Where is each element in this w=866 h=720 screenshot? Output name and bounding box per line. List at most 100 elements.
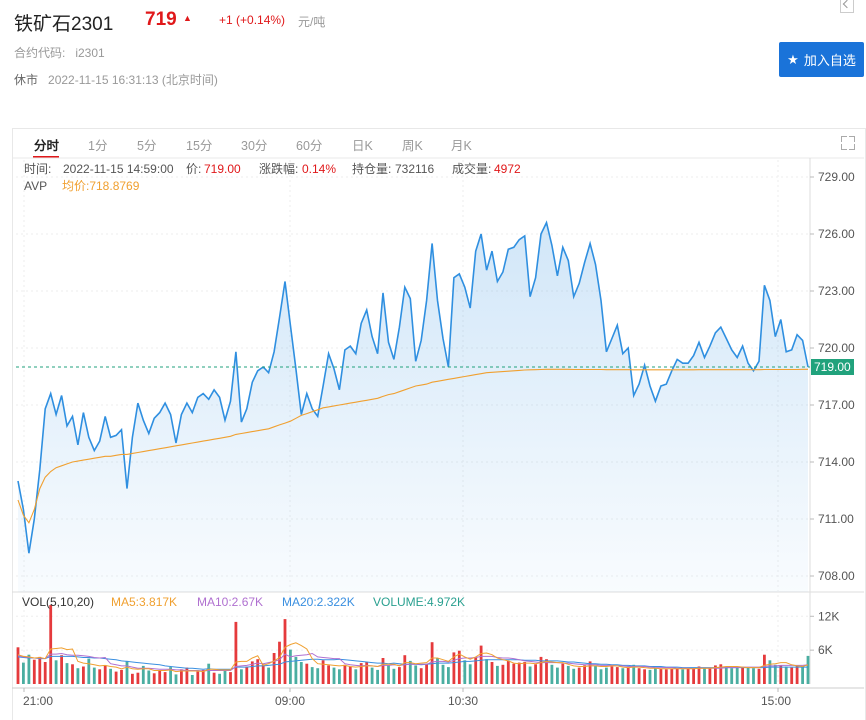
volume-bar (261, 664, 265, 685)
volume-bar (131, 673, 134, 684)
avp-value: 均价:718.8769 (62, 179, 140, 193)
volume-bar (310, 667, 314, 684)
volume-bar (506, 660, 510, 684)
volume-bar (223, 670, 227, 684)
volume-bar (190, 675, 194, 684)
volume-bar (763, 654, 766, 684)
volume-bar (338, 669, 341, 684)
info-price-value: 719.00 (204, 162, 241, 176)
volume-bar (332, 667, 336, 684)
volume-bar (637, 668, 641, 684)
info-time-label: 时间: (24, 162, 51, 176)
info-oi-label: 持仓量: (352, 161, 391, 176)
x-tick-label: 09:00 (275, 694, 305, 708)
volume-bar (501, 664, 505, 684)
volume-bar (735, 667, 739, 684)
volume-bar (212, 672, 216, 684)
y-tick-label: 714.00 (818, 455, 855, 469)
volume-bar (370, 667, 374, 684)
vol-volume-legend: VOLUME:4.972K (373, 595, 465, 609)
volume-bar (626, 667, 630, 684)
volume-bar (289, 649, 292, 684)
volume-bar (556, 667, 559, 684)
volume-bar (376, 669, 379, 684)
vol-tick-label: 12K (818, 609, 839, 623)
info-oi-value: 732116 (395, 162, 434, 176)
volume-bar (664, 669, 668, 684)
volume-bar (71, 664, 74, 685)
volume-bar (605, 667, 608, 684)
volume-bar (528, 666, 532, 684)
volume-bar (746, 667, 750, 684)
volume-bar (87, 658, 91, 684)
volume-bar (496, 665, 499, 684)
x-tick-label: 15:00 (761, 694, 791, 708)
volume-bar (234, 621, 238, 684)
volume-bar (447, 667, 450, 684)
volume-bar (773, 664, 777, 684)
volume-bar (207, 663, 211, 684)
volume-bar (610, 666, 614, 684)
y-tick-label: 720.00 (818, 341, 855, 355)
volume-bar (615, 667, 619, 684)
volume-bar (790, 667, 794, 684)
volume-bar (354, 669, 358, 684)
y-tick-label: 717.00 (818, 398, 855, 412)
volume-bar (283, 619, 287, 684)
x-tick-label: 10:30 (448, 694, 478, 708)
volume-bar (697, 666, 701, 684)
info-time-value: 2022-11-15 14:59:00 (63, 162, 174, 176)
volume-bar (572, 668, 576, 684)
volume-bar (659, 668, 663, 684)
volume-bar (174, 674, 178, 684)
volume-bar (675, 668, 679, 684)
last-price-tag-label: 719.00 (814, 360, 851, 374)
volume-bar (16, 647, 20, 684)
volume-bar (806, 655, 810, 684)
volume-bar (403, 655, 407, 684)
volume-bar (512, 663, 516, 684)
volume-bar (523, 662, 527, 684)
y-tick-label: 726.00 (818, 227, 855, 241)
volume-bar (32, 659, 36, 684)
vol-title: VOL(5,10,20) (22, 595, 94, 609)
volume-bar (463, 660, 467, 684)
volume-bar (583, 665, 586, 684)
info-vol-label: 成交量: (452, 161, 491, 176)
volume-bar (801, 666, 804, 684)
volume-bar (381, 658, 385, 684)
timeshare-chart: 729.00 726.00 723.00 720.00 717.00 714.00 711.… (12, 157, 864, 708)
volume-bar (398, 667, 401, 684)
volume-bar (163, 672, 167, 684)
volume-bar (479, 645, 483, 684)
volume-bar (648, 669, 652, 684)
volume-bar (54, 660, 58, 684)
vol-ma20-legend: MA20:2.322K (282, 595, 355, 609)
info-price-label: 价: (186, 162, 201, 176)
volume-bar (267, 667, 270, 684)
volume-bar (686, 668, 690, 684)
volume-bar (741, 667, 744, 684)
volume-bar (599, 669, 603, 684)
volume-bar (654, 668, 657, 684)
volume-bar (534, 664, 537, 685)
volume-bar (299, 662, 303, 684)
volume-bar (348, 666, 352, 684)
volume-bar (65, 663, 69, 684)
x-tick-label: 21:00 (23, 694, 53, 708)
volume-bar (757, 668, 761, 684)
volume-bar (457, 650, 461, 684)
volume-bar (76, 668, 80, 684)
volume-bar (419, 668, 423, 684)
y-tick-label: 729.00 (818, 170, 855, 184)
volume-bar (82, 666, 85, 684)
vol-ma10-legend: MA10:2.67K (197, 595, 263, 609)
volume-bar (120, 669, 123, 684)
volume-bar (643, 669, 646, 684)
volume-bar (136, 672, 140, 684)
volume-bar (441, 664, 445, 684)
volume-bar (795, 665, 799, 684)
info-change-value: 0.14% (302, 162, 336, 176)
volume-bar (577, 667, 581, 684)
info-vol-value: 4972 (494, 162, 521, 176)
